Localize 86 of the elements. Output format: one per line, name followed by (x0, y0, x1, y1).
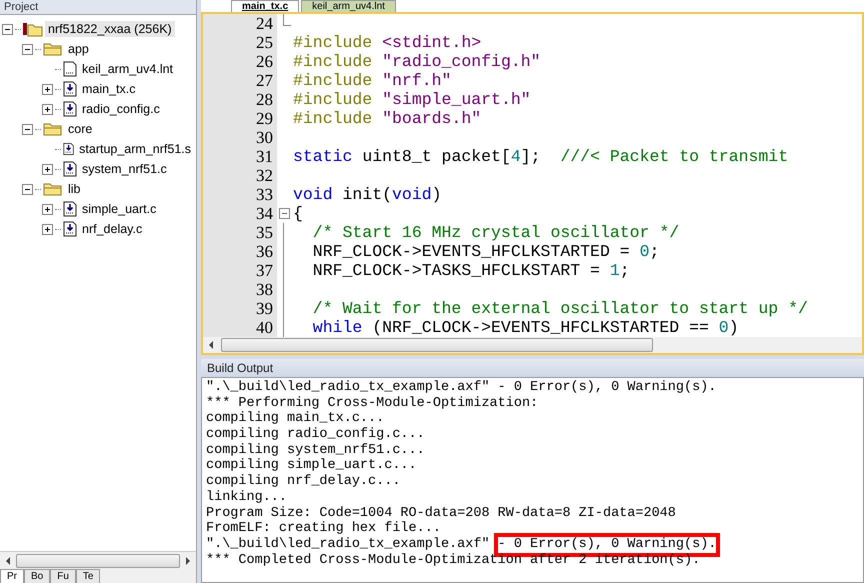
output-line: compiling main_tx.c... (206, 411, 386, 427)
expand-icon[interactable] (42, 84, 53, 94)
code-line: #include "boards.h" (292, 109, 482, 128)
source-file-icon (63, 201, 77, 217)
panel-tab[interactable]: Te (76, 569, 100, 583)
tree-item[interactable]: main_tx.c (79, 81, 138, 97)
panel-title: Project (0, 0, 196, 15)
code-line: #include "radio_config.h" (292, 52, 541, 71)
folder-icon (43, 42, 63, 56)
target-folder-icon (23, 21, 43, 37)
line-number: 25 (203, 33, 277, 52)
expand-icon[interactable] (42, 224, 53, 234)
code-line: #include <stdint.h> (292, 33, 482, 52)
horizontal-scrollbar[interactable] (0, 551, 196, 569)
code-line: static uint8_t packet[4]; ///< Packet to transmit (292, 147, 788, 166)
line-number: 33 (203, 185, 277, 204)
line-number: 31 (203, 147, 277, 166)
code-line: #include "nrf.h" (292, 71, 452, 90)
code-line: #include "simple_uart.h" (292, 90, 531, 109)
output-line: ".\_build\led_radio_tx_example.axf" (206, 536, 491, 553)
code-line: /* Wait for the external oscillator to start up */ (312, 299, 808, 318)
line-number: 38 (203, 280, 277, 299)
line-number: 26 (203, 52, 277, 71)
line-number: 40 (203, 318, 277, 337)
panel-tab[interactable]: Bo (24, 569, 50, 583)
tree-item[interactable]: nrf51822_xxaa (256K) (45, 21, 175, 37)
output-line: compiling radio_config.c... (206, 427, 426, 443)
code-line: NRF_CLOCK->EVENTS_HFCLKSTARTED = 0; (312, 242, 660, 261)
output-line: linking... (206, 490, 288, 506)
tree-item[interactable]: startup_arm_nrf51.s (76, 141, 194, 157)
tree-item[interactable]: radio_config.c (79, 101, 163, 117)
output-line: compiling system_nrf51.c... (206, 442, 426, 458)
expand-icon[interactable] (42, 204, 53, 214)
tree-item[interactable]: core (65, 121, 96, 137)
line-number: 39 (203, 299, 277, 318)
folder-icon (43, 182, 63, 196)
line-number: 32 (203, 166, 277, 185)
output-line: FromELF: creating hex file... (206, 521, 442, 537)
tree-item[interactable]: simple_uart.c (79, 201, 160, 217)
line-number: 27 (203, 71, 277, 90)
scroll-arrow-icon[interactable] (4, 556, 12, 564)
code-line: { (292, 204, 303, 223)
line-number: 24 (203, 14, 277, 33)
output-line: compiling nrf_delay.c... (206, 474, 402, 490)
horizontal-scrollbar[interactable] (203, 337, 862, 353)
source-file-icon (63, 161, 77, 177)
code-line: while (NRF_CLOCK->EVENTS_HFCLKSTARTED == 0) (312, 318, 739, 337)
source-file-icon (63, 141, 74, 157)
line-number: 29 (203, 109, 277, 128)
line-number: 36 (203, 242, 277, 261)
panel-title: Build Output (201, 359, 864, 377)
source-file-icon (63, 221, 77, 237)
scroll-arrow-icon[interactable] (184, 556, 192, 564)
line-number: 28 (203, 90, 277, 109)
source-file-icon (63, 101, 77, 117)
document-icon (63, 61, 77, 77)
tree-item[interactable]: lib (65, 181, 84, 197)
line-number: 35 (203, 223, 277, 242)
output-line: Program Size: Code=1004 RO-data=208 RW-data=8 ZI-data=2048 (206, 506, 677, 521)
source-file-icon (63, 81, 77, 97)
folder-icon (43, 122, 63, 136)
line-number: 34 (203, 204, 277, 223)
collapse-icon[interactable] (22, 44, 33, 54)
collapse-icon[interactable] (22, 124, 33, 134)
tree-item[interactable]: system_nrf51.c (79, 161, 170, 177)
collapse-icon[interactable] (2, 24, 13, 34)
file-tab[interactable]: keil_arm_uv4.lnt (301, 0, 396, 12)
panel-tab[interactable]: Pr (0, 569, 24, 583)
line-number: 37 (203, 261, 277, 280)
file-tab[interactable]: main_tx.c (231, 0, 300, 12)
output-line: *** Completed Cross-Module-Optimization after 2 iteration(s). (206, 552, 702, 568)
code-line: /* Start 16 MHz crystal oscillator */ (312, 223, 680, 242)
expand-icon[interactable] (42, 164, 53, 174)
collapse-icon[interactable] (22, 184, 33, 194)
panel-tab[interactable]: Fu (50, 569, 76, 583)
line-number: 30 (203, 128, 277, 147)
tree-item[interactable]: keil_arm_uv4.lnt (79, 61, 176, 77)
code-line: void init(void) (292, 185, 442, 204)
code-line: NRF_CLOCK->TASKS_HFCLKSTART = 1; (312, 261, 630, 280)
scroll-arrow-icon[interactable] (207, 341, 215, 349)
tree-item[interactable]: nrf_delay.c (79, 221, 146, 237)
output-line: compiling simple_uart.c... (206, 458, 418, 474)
expand-icon[interactable] (42, 104, 53, 114)
tree-item[interactable]: app (65, 41, 92, 57)
output-line: ".\_build\led_radio_tx_example.axf" - 0 Error(s), 0 Warning(s). (206, 380, 718, 396)
output-line: *** Performing Cross-Module-Optimization: (206, 396, 540, 411)
